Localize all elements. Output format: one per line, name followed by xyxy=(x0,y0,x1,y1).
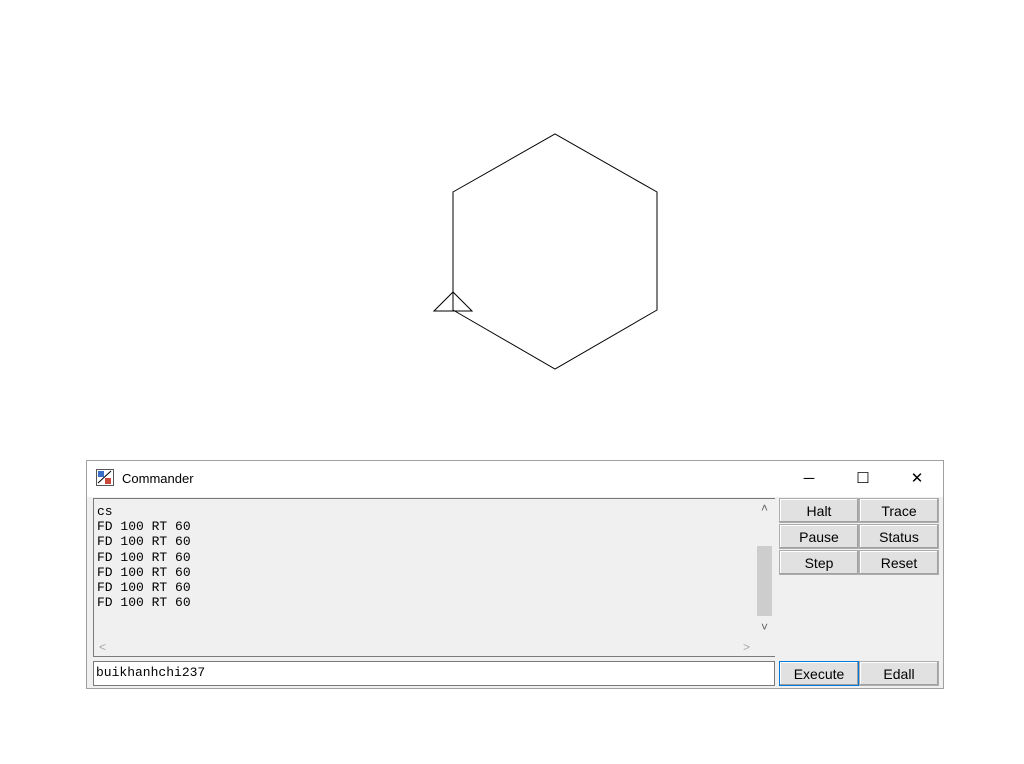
turtle-icon xyxy=(432,291,474,312)
history-line: FD 100 RT 60 xyxy=(97,519,191,535)
maximize-button[interactable]: ☐ xyxy=(840,461,886,495)
vertical-scrollbar[interactable]: ˄ ˅ xyxy=(755,500,774,636)
halt-button[interactable]: Halt xyxy=(779,498,859,523)
maximize-icon: ☐ xyxy=(856,470,870,487)
step-button[interactable]: Step xyxy=(779,550,859,575)
title-bar[interactable]: Commander ─ ☐ ✕ xyxy=(87,461,943,497)
window-title: Commander xyxy=(122,471,194,486)
reset-button[interactable]: Reset xyxy=(859,550,939,575)
status-button[interactable]: Status xyxy=(859,524,939,549)
history-line: FD 100 RT 60 xyxy=(97,595,191,611)
history-line: FD 100 RT 60 xyxy=(97,549,191,565)
command-input[interactable]: buikhanhchi237 xyxy=(93,661,775,686)
pause-button[interactable]: Pause xyxy=(779,524,859,549)
history-line: FD 100 RT 60 xyxy=(97,564,191,580)
horizontal-scrollbar[interactable]: < > xyxy=(94,638,755,656)
edall-button[interactable]: Edall xyxy=(859,661,939,686)
execute-button[interactable]: Execute xyxy=(779,661,859,686)
history-line: FD 100 RT 60 xyxy=(97,534,191,550)
history-line: FD 100 RT 60 xyxy=(97,580,191,596)
hexagon-drawing xyxy=(452,133,658,370)
scroll-thumb[interactable] xyxy=(757,546,772,616)
logo-icon xyxy=(96,469,114,486)
scroll-down-icon[interactable]: ˅ xyxy=(755,619,774,636)
minimize-button[interactable]: ─ xyxy=(786,461,832,495)
scroll-right-icon[interactable]: > xyxy=(738,638,755,656)
command-history[interactable]: cs FD 100 RT 60 FD 100 RT 60 FD 100 RT 6… xyxy=(93,498,775,657)
history-line: cs xyxy=(97,504,113,519)
history-text: cs FD 100 RT 60 FD 100 RT 60 FD 100 RT 6… xyxy=(97,504,191,610)
close-icon: ✕ xyxy=(910,470,924,487)
scroll-left-icon[interactable]: < xyxy=(94,638,111,656)
trace-button[interactable]: Trace xyxy=(859,498,939,523)
minimize-icon: ─ xyxy=(803,469,815,487)
close-button[interactable]: ✕ xyxy=(894,461,940,495)
scroll-up-icon[interactable]: ˄ xyxy=(755,500,774,517)
commander-window: Commander ─ ☐ ✕ cs FD 100 RT 60 FD 100 R… xyxy=(86,460,944,689)
